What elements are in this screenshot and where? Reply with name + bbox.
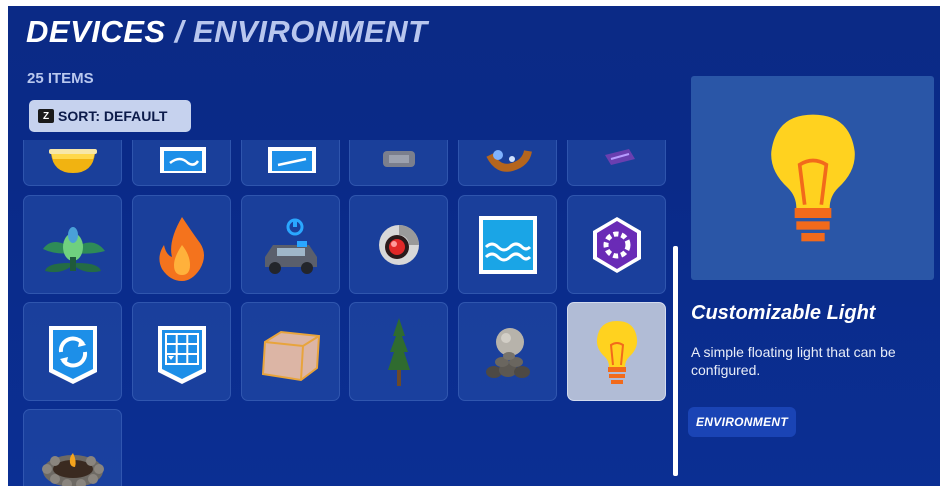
title-main: DEVICES [26,14,166,49]
device-tile[interactable] [458,140,557,186]
vehicle-spawner-icon [264,218,317,274]
device-tile[interactable] [458,302,557,401]
device-tile[interactable] [241,302,340,401]
light-bulb-icon [596,320,637,384]
device-tile[interactable] [567,140,666,186]
device-tile[interactable] [349,140,448,186]
glass-volume-icon [261,330,320,381]
device-tile[interactable] [241,195,340,294]
device-tile[interactable] [567,195,666,294]
title-separator: / [174,14,184,49]
blue-sign-icon [159,146,206,173]
device-tile[interactable] [23,195,122,294]
refresh-badge-icon [48,325,97,384]
key-hint-icon: Z [38,109,54,123]
water-icon [478,215,537,274]
carnivorous-plant-icon [42,226,105,272]
device-grid [22,140,672,486]
page-title: DEVICES / ENVIRONMENT [26,14,428,50]
grid-badge-icon [157,325,206,384]
purple-gear-cube-icon [592,216,641,273]
device-browser: DEVICES / ENVIRONMENT 25 ITEMS Z SORT: D… [8,6,940,486]
item-count: 25 ITEMS [27,70,94,87]
device-description: A simple floating light that can be conf… [691,344,896,378]
device-tile[interactable] [132,302,231,401]
yellow-jar-icon [48,148,97,173]
crystal-creature-icon [485,149,532,172]
grid-scrollbar[interactable] [673,246,678,476]
device-tile[interactable] [132,140,231,186]
category-tag: ENVIRONMENT [688,407,796,437]
light-bulb-icon [770,114,855,242]
rock-pile-icon [485,327,530,378]
campfire-icon [41,452,104,486]
device-preview [691,76,934,280]
device-name: Customizable Light [691,302,876,324]
purple-pad-icon [604,148,635,165]
title-category: ENVIRONMENT [192,14,428,49]
device-tile[interactable] [23,409,122,486]
device-tile[interactable] [458,195,557,294]
device-tile[interactable] [349,302,448,401]
pine-tree-icon [387,317,410,386]
gray-device-icon [382,150,415,167]
fire-icon [158,216,204,281]
device-tile-selected[interactable] [567,302,666,401]
device-tile[interactable] [241,140,340,186]
blue-board-icon [267,146,316,173]
device-tile[interactable] [349,195,448,294]
device-tile[interactable] [132,195,231,294]
red-eye-sentry-icon [378,224,419,265]
device-tile[interactable] [23,140,122,186]
sort-label: SORT: DEFAULT [58,108,168,124]
device-tile[interactable] [23,302,122,401]
sort-button[interactable]: Z SORT: DEFAULT [29,100,191,132]
